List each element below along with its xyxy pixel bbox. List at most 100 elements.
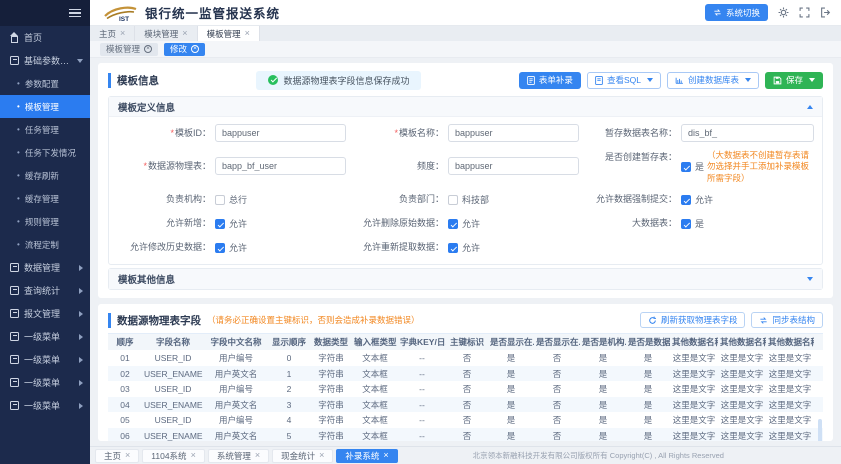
column-header[interactable]: 字段名称: [142, 334, 204, 350]
sidebar-item[interactable]: 一级菜单: [0, 371, 90, 394]
gear-icon[interactable]: [778, 7, 789, 18]
collapse-icon[interactable]: [807, 105, 813, 109]
breadcrumb-chip-active[interactable]: 修改: [164, 43, 205, 56]
nav-tab[interactable]: 模块管理: [135, 26, 197, 41]
field-empty: [583, 238, 814, 256]
nav-tab[interactable]: 模板管理: [198, 26, 260, 41]
sidebar-item[interactable]: 缓存管理: [0, 187, 90, 210]
chevron-down-icon: [809, 78, 815, 82]
create-table-button[interactable]: 创建数据库表: [667, 72, 759, 89]
table-row[interactable]: 06USER_ENAME用户英文名5字符串文本框--否是否是是这里是文字这里是文…: [108, 428, 823, 441]
sidebar-item-label: 缓存管理: [25, 193, 59, 205]
close-icon[interactable]: [125, 451, 130, 460]
sidebar-item[interactable]: 数据管理: [0, 256, 90, 279]
taskbar-tab[interactable]: 现金统计: [272, 449, 333, 463]
column-header[interactable]: 顺序: [108, 334, 142, 350]
allow-delete-checkbox[interactable]: [448, 219, 458, 229]
org-checkbox[interactable]: [215, 195, 225, 205]
logout-icon[interactable]: [820, 7, 831, 18]
table-cell: 文本框: [352, 381, 398, 397]
sidebar-item[interactable]: 参数配置: [0, 72, 90, 95]
nav-tab[interactable]: 主页: [90, 26, 135, 41]
allow-modify-history-checkbox[interactable]: [215, 243, 225, 253]
sidebar-item[interactable]: 一级菜单: [0, 394, 90, 417]
dept-checkbox[interactable]: [448, 195, 458, 205]
column-header[interactable]: 其他数据名称: [718, 334, 766, 350]
column-header[interactable]: 其他数: [814, 334, 823, 350]
column-header[interactable]: 显示顺序: [268, 334, 310, 350]
system-switch-button[interactable]: 系统切换: [705, 4, 768, 21]
other-info-section-header[interactable]: 模板其他信息: [109, 269, 822, 289]
column-header[interactable]: 其他数据名称: [670, 334, 718, 350]
sidebar-item[interactable]: 流程定制: [0, 233, 90, 256]
sidebar-item-label: 规则管理: [25, 216, 59, 228]
taskbar-tab[interactable]: 补录系统: [336, 449, 397, 463]
chip-label: 修改: [170, 43, 187, 55]
template-id-input[interactable]: [215, 124, 346, 142]
column-header[interactable]: 是否是数据...: [626, 334, 670, 350]
sidebar-item[interactable]: 任务下发情况: [0, 141, 90, 164]
close-icon[interactable]: [319, 451, 324, 460]
close-icon[interactable]: [191, 451, 196, 460]
table-cell: [814, 381, 823, 397]
close-icon[interactable]: [245, 29, 250, 38]
sidebar-item[interactable]: 缓存刷新: [0, 164, 90, 187]
taskbar-tab[interactable]: 主页: [95, 449, 139, 463]
column-header[interactable]: 输入框类型: [352, 334, 398, 350]
breadcrumb-chip[interactable]: 模板管理: [100, 43, 158, 56]
allow-re-extract-checkbox[interactable]: [448, 243, 458, 253]
sidebar-item[interactable]: 查询统计: [0, 279, 90, 302]
sync-structure-button[interactable]: 同步表结构: [751, 312, 823, 328]
close-icon[interactable]: [383, 451, 388, 460]
force-submit-checkbox[interactable]: [681, 195, 691, 205]
frequency-input[interactable]: [448, 157, 579, 175]
refresh-fields-button[interactable]: 刷新获取物理表字段: [640, 312, 746, 328]
column-header[interactable]: 其他数据名称: [766, 334, 814, 350]
sidebar-item[interactable]: 规则管理: [0, 210, 90, 233]
field-big-table: 大数据表 是: [583, 214, 814, 232]
column-header[interactable]: 是否是机构...: [580, 334, 626, 350]
close-icon[interactable]: [255, 451, 260, 460]
sidebar-item[interactable]: 报文管理: [0, 302, 90, 325]
save-button[interactable]: 保存: [765, 72, 823, 89]
table-row[interactable]: 01USER_ID用户编号0字符串文本框--否是否是是这里是文字这里是文字这里是…: [108, 350, 823, 366]
column-header[interactable]: 数据类型: [310, 334, 352, 350]
close-icon[interactable]: [191, 45, 199, 53]
table-cell: 否: [534, 381, 580, 397]
datasource-table-input[interactable]: [215, 157, 346, 175]
close-icon[interactable]: [182, 29, 187, 38]
table-row[interactable]: 04USER_ENAME用户英文名3字符串文本框--否是否是是这里是文字这里是文…: [108, 397, 823, 413]
close-icon[interactable]: [120, 29, 125, 38]
fullscreen-icon[interactable]: [799, 7, 810, 18]
taskbar-tab-label: 现金统计: [281, 450, 315, 462]
close-icon[interactable]: [144, 45, 152, 53]
sidebar-item[interactable]: 一级菜单: [0, 348, 90, 371]
create-temp-table-checkbox[interactable]: [681, 162, 691, 172]
allow-add-checkbox[interactable]: [215, 219, 225, 229]
sidebar-item[interactable]: 首页: [0, 26, 90, 49]
taskbar-tab[interactable]: 系统管理: [208, 449, 269, 463]
template-name-input[interactable]: [448, 124, 579, 142]
bottom-taskbar: 主页 1104系统 系统管理 现金统计: [90, 446, 841, 464]
form-entry-button[interactable]: 表单补录: [519, 72, 581, 89]
column-header[interactable]: 字段中文名称: [204, 334, 268, 350]
table-row[interactable]: 05USER_ID用户编号4字符串文本框--否是否是是这里是文字这里是文字这里是…: [108, 412, 823, 428]
table-row[interactable]: 03USER_ID用户编号2字符串文本框--否是否是是这里是文字这里是文字这里是…: [108, 381, 823, 397]
view-sql-button[interactable]: 查看SQL: [587, 72, 661, 89]
definition-section-header[interactable]: 模板定义信息: [109, 97, 822, 117]
sidebar-item[interactable]: 基础参数配置: [0, 49, 90, 72]
temp-table-name-input[interactable]: [681, 124, 814, 142]
column-header[interactable]: 是否显示在...: [534, 334, 580, 350]
column-header[interactable]: 是否显示在...: [488, 334, 534, 350]
taskbar-tab[interactable]: 1104系统: [142, 449, 205, 463]
big-table-checkbox[interactable]: [681, 219, 691, 229]
column-header[interactable]: 主键标识: [446, 334, 488, 350]
sidebar-item[interactable]: 一级菜单: [0, 325, 90, 348]
sidebar-item[interactable]: 任务管理: [0, 118, 90, 141]
sidebar-item[interactable]: 模板管理: [0, 95, 90, 118]
collapse-menu-icon[interactable]: [69, 7, 81, 20]
vertical-scrollbar[interactable]: [818, 419, 822, 441]
expand-icon[interactable]: [807, 277, 813, 281]
table-row[interactable]: 02USER_ENAME用户英文名1字符串文本框--否是否是是这里是文字这里是文…: [108, 366, 823, 382]
column-header[interactable]: 字典KEY/日...: [398, 334, 446, 350]
